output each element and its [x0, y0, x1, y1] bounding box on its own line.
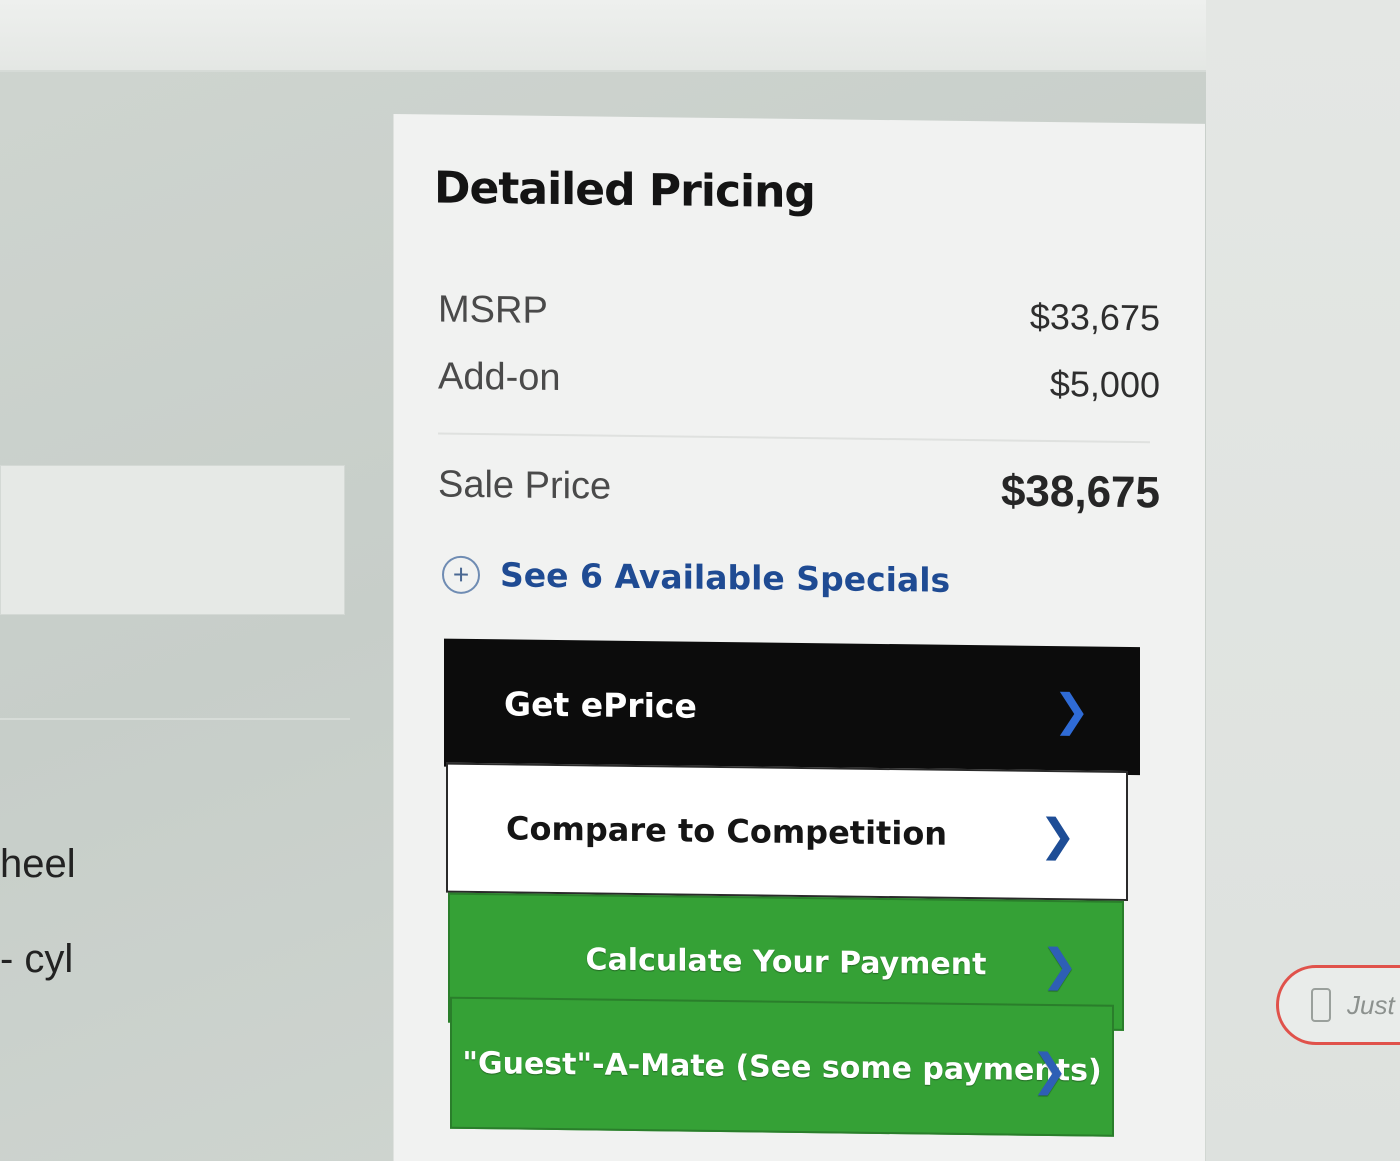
spec-text-engine: - cyl: [0, 937, 74, 981]
calculate-payment-label: Calculate Your Payment: [585, 941, 987, 982]
price-divider: [438, 432, 1150, 444]
screen: heel - cyl Detailed Pricing MSRP $33,675…: [0, 0, 1400, 1161]
addon-value: $5,000: [1049, 363, 1160, 406]
sale-price-row: Sale Price $38,675: [438, 455, 1160, 524]
text-us-label: Just: [1347, 989, 1395, 1020]
see-specials-link[interactable]: + See 6 Available Specials: [442, 555, 950, 600]
guest-a-mate-label: "Guest"-A-Mate (See some payments): [462, 1045, 1102, 1089]
addon-label: Add-on: [438, 355, 561, 399]
sale-price-value: $38,675: [1000, 466, 1160, 518]
spec-text-drivetrain: heel: [0, 842, 76, 886]
guest-a-mate-button[interactable]: "Guest"-A-Mate (See some payments) ❯: [450, 996, 1114, 1137]
msrp-label: MSRP: [438, 288, 548, 332]
text-us-widget[interactable]: Just: [1276, 965, 1400, 1045]
sale-price-label: Sale Price: [438, 463, 612, 508]
get-eprice-label: Get ePrice: [504, 683, 697, 726]
left-content-box: [0, 465, 345, 615]
compare-competition-label: Compare to Competition: [506, 809, 948, 853]
specials-link-text: See 6 Available Specials: [500, 555, 951, 600]
compare-competition-button[interactable]: Compare to Competition ❯: [446, 762, 1128, 901]
chevron-right-icon: ❯: [1041, 939, 1078, 991]
chevron-right-icon: ❯: [1031, 1044, 1068, 1096]
detailed-pricing-panel: Detailed Pricing MSRP $33,675 Add-on $5,…: [393, 114, 1205, 1161]
chevron-right-icon: ❯: [1039, 809, 1076, 861]
get-eprice-button[interactable]: Get ePrice ❯: [444, 638, 1140, 776]
panel-title: Detailed Pricing: [434, 162, 815, 219]
left-divider: [0, 718, 350, 720]
addon-row: Add-on $5,000: [438, 347, 1160, 416]
plus-circle-icon: +: [442, 555, 480, 594]
chevron-right-icon: ❯: [1053, 684, 1090, 737]
msrp-row: MSRP $33,675: [438, 280, 1160, 349]
top-bar: [0, 0, 1210, 72]
phone-icon: [1311, 988, 1331, 1022]
msrp-value: $33,675: [1029, 295, 1160, 339]
